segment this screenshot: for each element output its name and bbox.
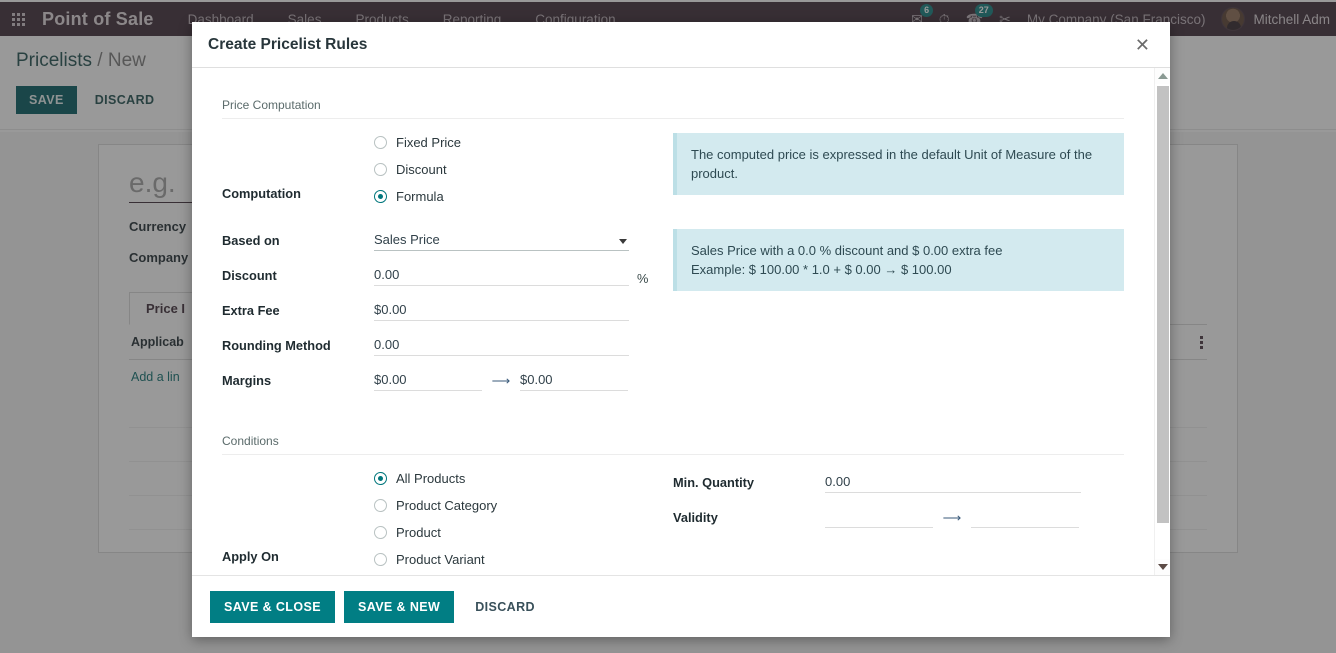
apply-on-label: Apply On bbox=[222, 549, 374, 567]
margins-row: Margins ⟶ bbox=[222, 367, 649, 391]
radio-label-fixed-price: Fixed Price bbox=[396, 135, 461, 150]
apply-on-row: Apply On All Products bbox=[222, 469, 649, 567]
radio-option-product[interactable]: Product bbox=[374, 525, 649, 540]
validity-row: Validity ⟶ bbox=[673, 504, 1124, 528]
margin-min-input[interactable] bbox=[374, 371, 482, 391]
radio-option-formula[interactable]: Formula bbox=[374, 189, 649, 204]
extra-fee-control bbox=[374, 301, 649, 321]
rounding-method-input[interactable] bbox=[374, 336, 629, 356]
radio-option-fixed-price[interactable]: Fixed Price bbox=[374, 135, 649, 150]
rounding-method-row: Rounding Method bbox=[222, 332, 649, 356]
price-computation-columns: Computation Fixed Price bbox=[222, 133, 1124, 402]
computation-row: Computation Fixed Price bbox=[222, 133, 649, 204]
save-and-new-button[interactable]: SAVE & NEW bbox=[344, 591, 454, 623]
dialog-scrollbar[interactable] bbox=[1154, 68, 1170, 575]
formula-info-alert: Sales Price with a 0.0 % discount and $ … bbox=[673, 229, 1124, 291]
conditions-left-column: Apply On All Products bbox=[222, 469, 673, 575]
section-title-price-computation: Price Computation bbox=[222, 98, 1124, 119]
radio-option-discount[interactable]: Discount bbox=[374, 162, 649, 177]
discount-label: Discount bbox=[222, 268, 374, 286]
radio-icon-formula-selected bbox=[374, 190, 387, 203]
radio-label-product-category: Product Category bbox=[396, 498, 497, 513]
discount-percent-suffix: % bbox=[637, 271, 648, 286]
scroll-up-arrow-icon[interactable] bbox=[1155, 68, 1170, 84]
uom-info-text: The computed price is expressed in the d… bbox=[691, 147, 1092, 181]
radio-option-all-products[interactable]: All Products bbox=[374, 471, 649, 486]
dialog-body: Price Computation Computation Fixed Pric… bbox=[192, 68, 1170, 575]
scroll-down-arrow-icon[interactable] bbox=[1155, 559, 1170, 575]
create-pricelist-rules-dialog: Create Pricelist Rules ✕ Price Computati… bbox=[192, 22, 1170, 637]
radio-icon-product-variant bbox=[374, 553, 387, 566]
conditions-columns: Apply On All Products bbox=[222, 469, 1124, 575]
rounding-method-label: Rounding Method bbox=[222, 338, 374, 356]
pricelist-rule-form: Price Computation Computation Fixed Pric… bbox=[192, 98, 1154, 575]
arrow-right-icon: ⟶ bbox=[933, 510, 971, 528]
radio-option-product-category[interactable]: Product Category bbox=[374, 498, 649, 513]
based-on-row: Based on bbox=[222, 227, 649, 251]
radio-label-discount: Discount bbox=[396, 162, 447, 177]
formula-info-line-1: Sales Price with a 0.0 % discount and $ … bbox=[691, 241, 1110, 260]
discount-row: Discount % bbox=[222, 262, 649, 286]
dialog-footer: SAVE & CLOSE SAVE & NEW DISCARD bbox=[192, 575, 1170, 637]
based-on-select[interactable] bbox=[374, 231, 629, 251]
chevron-down-icon[interactable] bbox=[619, 239, 627, 244]
extra-fee-label: Extra Fee bbox=[222, 303, 374, 321]
section-conditions: Conditions Apply On All Products bbox=[222, 434, 1124, 575]
section-title-conditions: Conditions bbox=[222, 434, 1124, 455]
rounding-method-control bbox=[374, 336, 649, 356]
computation-label: Computation bbox=[222, 186, 374, 204]
radio-icon-product-category bbox=[374, 499, 387, 512]
min-quantity-row: Min. Quantity bbox=[673, 469, 1124, 493]
radio-label-formula: Formula bbox=[396, 189, 444, 204]
radio-label-product: Product bbox=[396, 525, 441, 540]
based-on-control bbox=[374, 231, 649, 251]
radio-icon-product bbox=[374, 526, 387, 539]
save-and-close-button[interactable]: SAVE & CLOSE bbox=[210, 591, 335, 623]
validity-from-input[interactable] bbox=[825, 508, 933, 528]
min-quantity-label: Min. Quantity bbox=[673, 475, 825, 493]
dialog-title: Create Pricelist Rules bbox=[208, 36, 367, 54]
uom-info-alert: The computed price is expressed in the d… bbox=[673, 133, 1124, 195]
validity-control: ⟶ bbox=[825, 508, 1081, 528]
dialog-header: Create Pricelist Rules ✕ bbox=[192, 22, 1170, 68]
validity-to-input[interactable] bbox=[971, 508, 1079, 528]
radio-option-product-variant[interactable]: Product Variant bbox=[374, 552, 649, 567]
discount-control: % bbox=[374, 266, 649, 286]
arrow-right-icon: ⟶ bbox=[482, 373, 520, 391]
radio-label-product-variant: Product Variant bbox=[396, 552, 485, 567]
extra-fee-input[interactable] bbox=[374, 301, 629, 321]
section-price-computation: Price Computation Computation Fixed Pric… bbox=[222, 98, 1124, 402]
close-icon[interactable]: ✕ bbox=[1131, 34, 1154, 56]
price-computation-left-column: Computation Fixed Price bbox=[222, 133, 673, 402]
margins-control: ⟶ bbox=[374, 371, 649, 391]
apply-on-radio-group: All Products Product Category bbox=[374, 469, 649, 567]
radio-label-all-products: All Products bbox=[396, 471, 465, 486]
price-computation-right-column: The computed price is expressed in the d… bbox=[673, 133, 1124, 402]
radio-icon-discount bbox=[374, 163, 387, 176]
dialog-discard-button[interactable]: DISCARD bbox=[463, 591, 547, 623]
discount-input[interactable] bbox=[374, 266, 629, 286]
min-quantity-control bbox=[825, 473, 1081, 493]
based-on-label: Based on bbox=[222, 233, 374, 251]
formula-info-line-2: Example: $ 100.00 * 1.0 + $ 0.00 → $ 100… bbox=[691, 260, 1110, 279]
dialog-scroll-area: Price Computation Computation Fixed Pric… bbox=[192, 68, 1154, 575]
min-quantity-input[interactable] bbox=[825, 473, 1081, 493]
radio-icon-fixed-price bbox=[374, 136, 387, 149]
validity-label: Validity bbox=[673, 510, 825, 528]
radio-icon-all-products-selected bbox=[374, 472, 387, 485]
extra-fee-row: Extra Fee bbox=[222, 297, 649, 321]
margins-label: Margins bbox=[222, 373, 374, 391]
margin-max-input[interactable] bbox=[520, 371, 628, 391]
computation-radio-group: Fixed Price Discount Formu bbox=[374, 133, 649, 204]
conditions-right-column: Min. Quantity Validity ⟶ bbox=[673, 469, 1124, 575]
scrollbar-thumb[interactable] bbox=[1157, 86, 1169, 523]
